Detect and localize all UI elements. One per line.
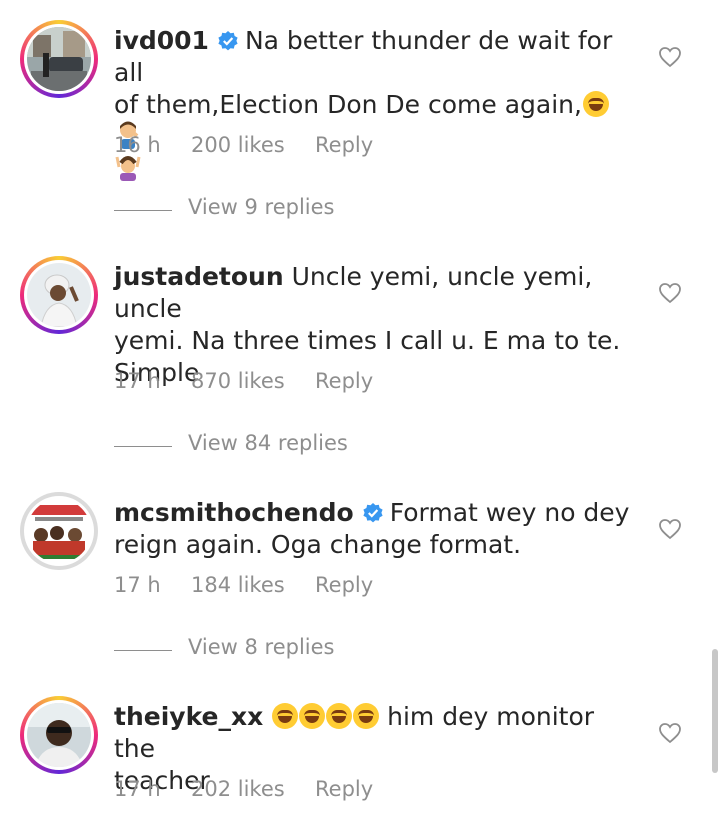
tears-of-joy-emoji-icon: [326, 703, 353, 729]
reply-button[interactable]: Reply: [315, 133, 373, 157]
divider: [114, 210, 172, 211]
comment-time: 17 h: [114, 369, 161, 393]
comment-line-2: of them,Election Don De come again,: [114, 90, 582, 119]
raising-hands-emoji-icon: [115, 153, 141, 181]
comment-line-2: reign again. Oga change format.: [114, 530, 522, 559]
avatar[interactable]: [20, 20, 98, 98]
comment-line-1: Format wey no dey: [389, 498, 630, 527]
like-count[interactable]: 184 likes: [191, 573, 285, 597]
verified-badge-icon: [362, 500, 384, 523]
divider: [114, 650, 172, 651]
tears-of-joy-emoji-icon: [582, 91, 609, 117]
heart-outline-icon[interactable]: [658, 722, 682, 744]
view-replies-button[interactable]: View 84 replies: [114, 431, 414, 461]
comment-text: ivd001 Na better thunder de wait for all …: [114, 25, 634, 185]
verified-badge-icon: [217, 28, 239, 51]
scrollbar[interactable]: [712, 649, 718, 773]
username[interactable]: justadetoun: [114, 262, 284, 291]
like-count[interactable]: 870 likes: [191, 369, 285, 393]
comment-time: 17 h: [114, 777, 161, 801]
divider: [114, 446, 172, 447]
tears-of-joy-emoji-icon: [353, 703, 380, 729]
avatar[interactable]: [20, 256, 98, 334]
heart-outline-icon[interactable]: [658, 518, 682, 540]
view-replies-label: View 9 replies: [188, 195, 335, 219]
like-count[interactable]: 200 likes: [191, 133, 285, 157]
username[interactable]: ivd001: [114, 26, 209, 55]
view-replies-label: View 8 replies: [188, 635, 335, 659]
comment-time: 17 h: [114, 573, 161, 597]
username[interactable]: mcsmithochendo: [114, 498, 354, 527]
avatar[interactable]: [20, 492, 98, 570]
reply-button[interactable]: Reply: [315, 369, 373, 393]
tears-of-joy-emoji-icon: [299, 703, 326, 729]
heart-outline-icon[interactable]: [658, 46, 682, 68]
view-replies-label: View 84 replies: [188, 431, 348, 455]
comment-time: 16 h: [114, 133, 161, 157]
view-replies-button[interactable]: View 9 replies: [114, 195, 414, 225]
reply-button[interactable]: Reply: [315, 573, 373, 597]
view-replies-button[interactable]: View 8 replies: [114, 635, 414, 665]
username[interactable]: theiyke_xx: [114, 702, 263, 731]
tears-of-joy-emoji-icon: [272, 703, 299, 729]
reply-button[interactable]: Reply: [315, 777, 373, 801]
like-count[interactable]: 202 likes: [191, 777, 285, 801]
comment-line-2: yemi. Na three times I call u. E ma to t…: [114, 326, 621, 355]
comment-text: mcsmithochendo Format wey no dey reign ag…: [114, 497, 634, 561]
avatar[interactable]: [20, 696, 98, 774]
heart-outline-icon[interactable]: [658, 282, 682, 304]
